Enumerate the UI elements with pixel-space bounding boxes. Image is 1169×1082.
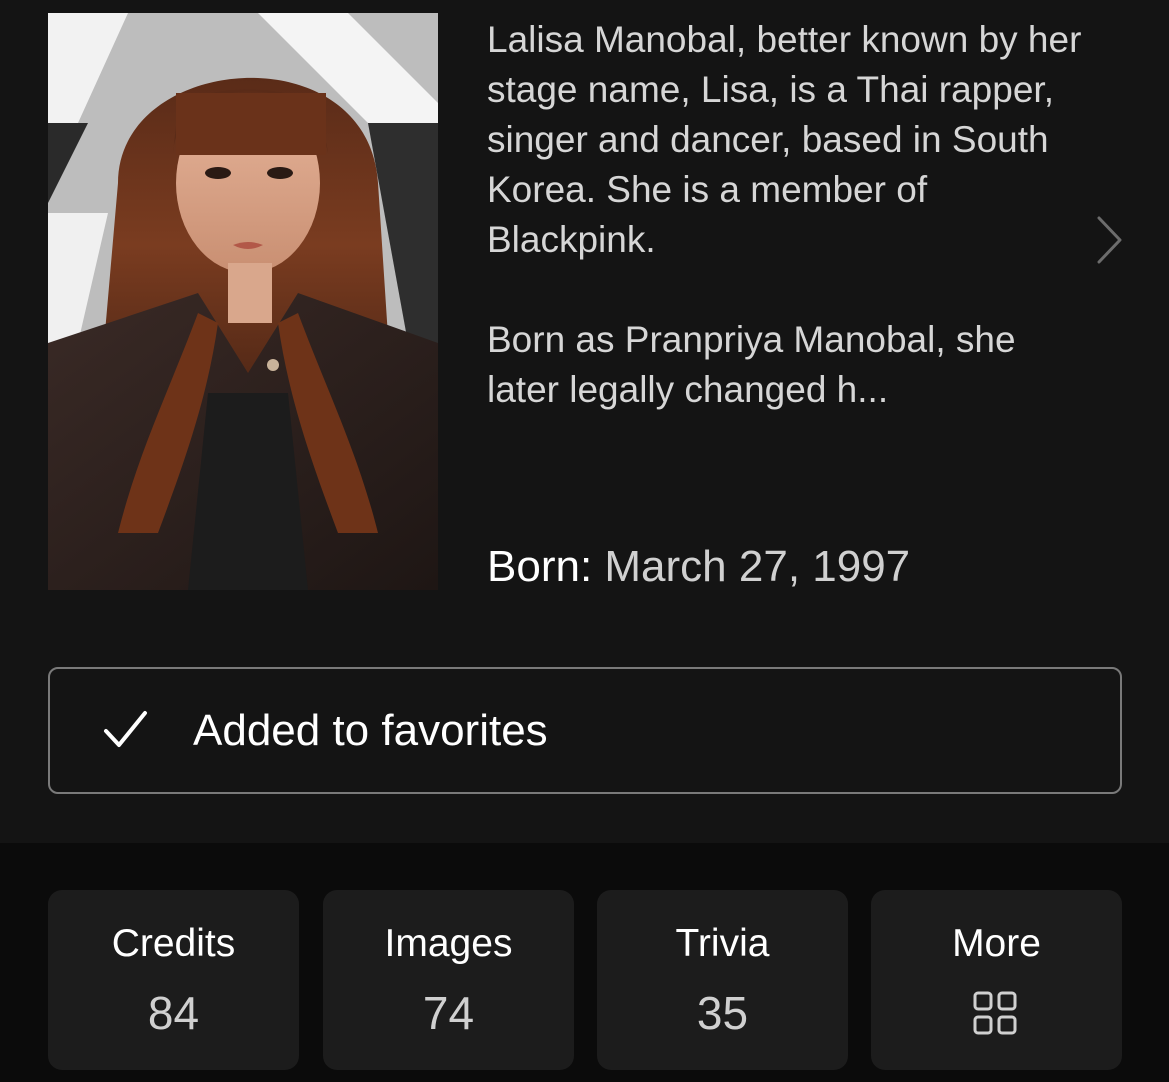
bio-paragraph: Lalisa Manobal, better known by her stag… bbox=[487, 19, 1082, 260]
bio-summary[interactable]: Lalisa Manobal, better known by her stag… bbox=[487, 15, 1087, 415]
more-tile[interactable]: More bbox=[871, 890, 1122, 1070]
born-value: March 27, 1997 bbox=[604, 542, 911, 591]
birth-date: Born: March 27, 1997 bbox=[487, 540, 910, 594]
credits-tile[interactable]: Credits 84 bbox=[48, 890, 299, 1070]
tile-count: 74 bbox=[422, 987, 475, 1039]
grid-icon bbox=[972, 990, 1018, 1036]
chevron-right-icon[interactable] bbox=[1094, 214, 1124, 266]
images-tile[interactable]: Images 74 bbox=[323, 890, 574, 1070]
profile-photo[interactable] bbox=[48, 13, 438, 590]
tile-count: 35 bbox=[696, 987, 749, 1039]
favorite-label: Added to favorites bbox=[193, 706, 548, 755]
tile-label: Images bbox=[384, 922, 513, 965]
tile-count: 84 bbox=[147, 987, 200, 1039]
tile-label: More bbox=[952, 922, 1041, 965]
trivia-tile[interactable]: Trivia 35 bbox=[597, 890, 848, 1070]
checkmark-icon bbox=[102, 707, 148, 753]
tile-label: Credits bbox=[111, 922, 236, 965]
favorite-button[interactable]: Added to favorites bbox=[48, 667, 1122, 794]
born-label: Born: bbox=[487, 542, 593, 591]
bio-paragraph: Born as Pranpriya Manobal, she later leg… bbox=[487, 319, 1016, 410]
tile-label: Trivia bbox=[675, 922, 770, 965]
